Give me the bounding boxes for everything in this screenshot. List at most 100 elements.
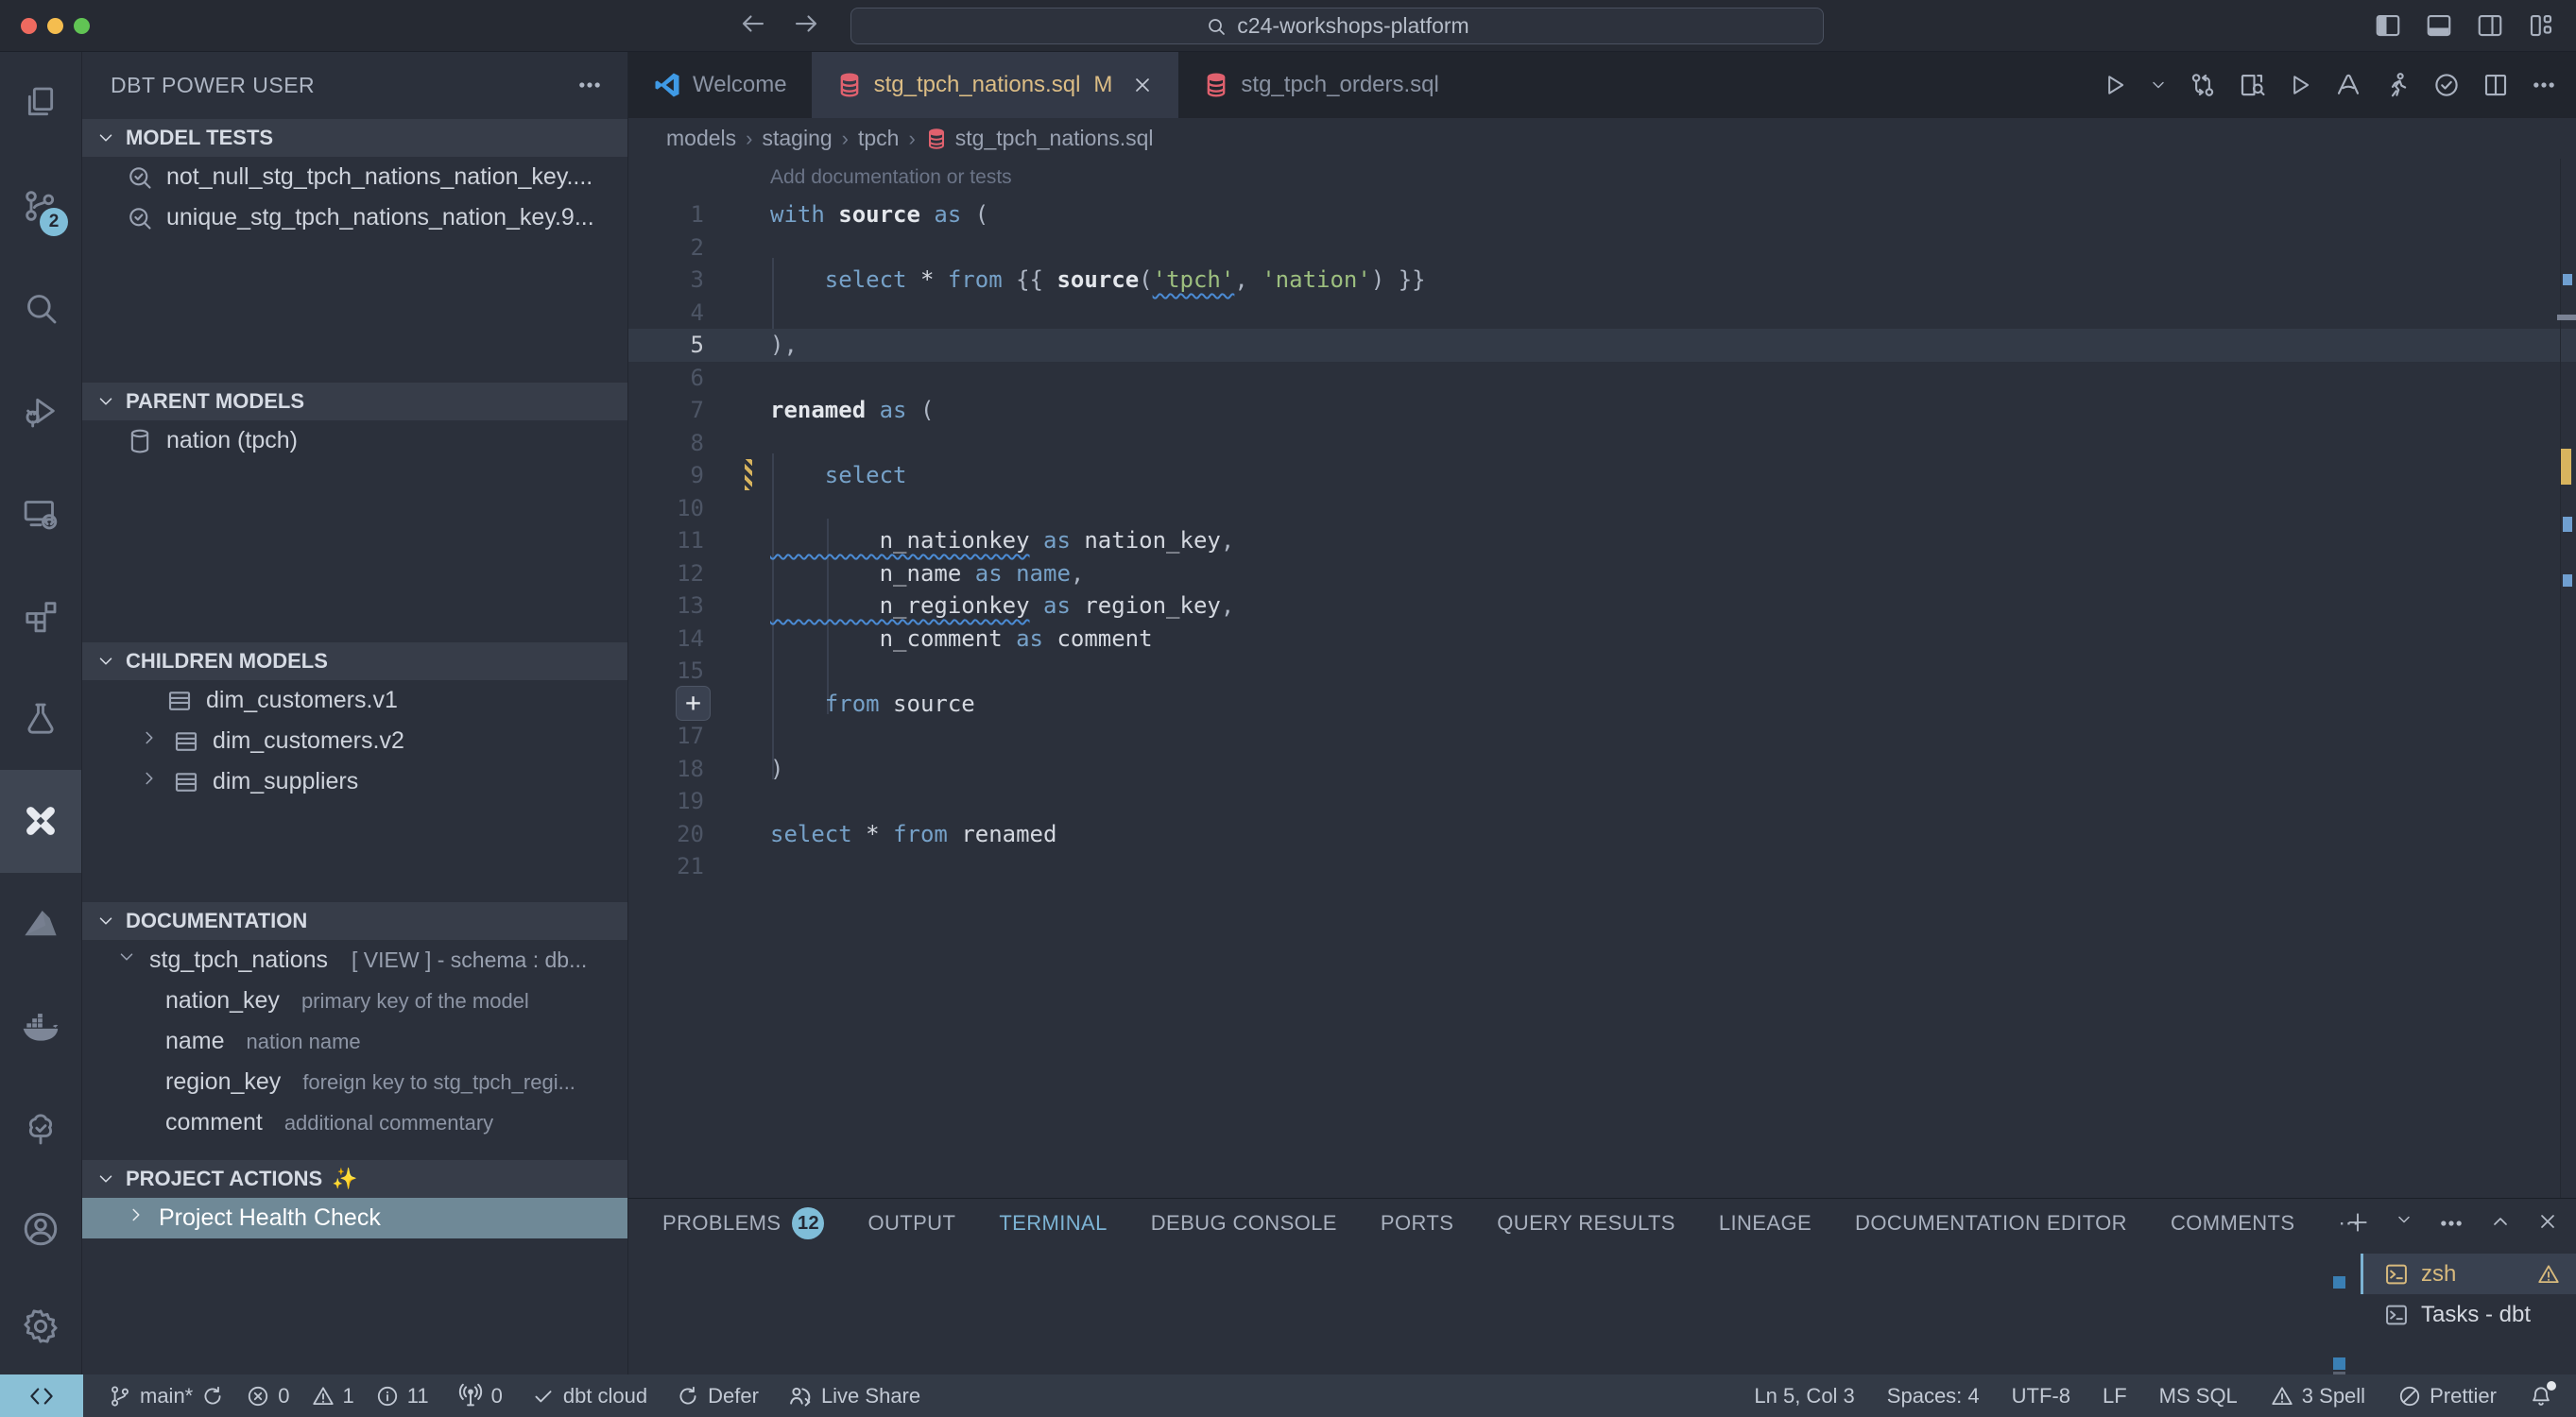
code-line-16[interactable]: 16 from source+ <box>628 688 2576 721</box>
code-line-15[interactable]: 15 <box>628 655 2576 688</box>
breadcrumb-item-models[interactable]: models <box>666 126 736 151</box>
terminal-tab-tasks-dbt[interactable]: Tasks - dbt <box>2361 1294 2576 1335</box>
code-line-18[interactable]: 18) <box>628 753 2576 786</box>
editor-tab-stg-tpch-orders-sql[interactable]: stg_tpch_orders.sql <box>1178 52 1463 118</box>
dropdown-chevron-icon[interactable] <box>2395 1210 2413 1237</box>
close-tab-icon[interactable] <box>1131 74 1154 96</box>
status-item-0[interactable]: 0 <box>457 1383 503 1409</box>
status-item-ms-sql[interactable]: MS SQL <box>2159 1384 2238 1408</box>
status-item-lf[interactable]: LF <box>2103 1384 2127 1408</box>
activity-bar-item-extensions[interactable] <box>0 565 81 668</box>
sidebar-item-region-key[interactable]: region_keyforeign key to stg_tpch_regi..… <box>82 1062 627 1102</box>
toggle-secondary-sidebar-icon[interactable] <box>2476 11 2504 40</box>
panel-tab-comments[interactable]: COMMENTS <box>2171 1211 2295 1236</box>
close-icon[interactable] <box>2536 1210 2559 1237</box>
status-item-prettier[interactable]: Prettier <box>2397 1384 2497 1408</box>
code-line-17[interactable]: 17 <box>628 720 2576 753</box>
code-line-1[interactable]: 1with source as ( <box>628 198 2576 231</box>
breadcrumb-item-tpch[interactable]: tpch <box>858 126 899 151</box>
plus-icon[interactable] <box>2345 1210 2370 1237</box>
play-icon[interactable] <box>2287 72 2313 98</box>
sidebar-item-comment[interactable]: commentadditional commentary <box>82 1102 627 1143</box>
overview-ruler[interactable] <box>2560 159 2576 1198</box>
panel-tab-query-results[interactable]: QUERY RESULTS <box>1497 1211 1675 1236</box>
panel-tab-ports[interactable]: PORTS <box>1381 1211 1453 1236</box>
code-line-5[interactable]: 5), <box>628 329 2576 362</box>
editor-tab-stg-tpch-nations-sql[interactable]: stg_tpch_nations.sqlM <box>812 52 1179 118</box>
panel-tab-problems[interactable]: PROBLEMS12 <box>662 1207 824 1239</box>
status-item-ln-5-col-3[interactable]: Ln 5, Col 3 <box>1754 1384 1854 1408</box>
activity-bar-item-dbt-cloud[interactable] <box>0 873 81 976</box>
ellipsis-icon[interactable] <box>2438 1210 2464 1237</box>
sidebar-item-not-null-stg-tpch-nations-nation-key-[interactable]: not_null_stg_tpch_nations_nation_key.... <box>82 157 627 197</box>
code-line-3[interactable]: 3 select * from {{ source('tpch', 'natio… <box>628 264 2576 297</box>
navigate-back-icon[interactable] <box>739 9 767 38</box>
panel-tab-output[interactable]: OUTPUT <box>867 1211 955 1236</box>
status-item-11[interactable]: 11 <box>375 1384 429 1408</box>
terminal-tab-zsh[interactable]: zsh <box>2361 1254 2576 1294</box>
preview-icon[interactable] <box>2238 71 2266 99</box>
sidebar-item-dim-customers-v1[interactable]: dim_customers.v1 <box>82 680 627 721</box>
sidebar-item-name[interactable]: namenation name <box>82 1021 627 1062</box>
code-editor[interactable]: Add documentation or tests 1with source … <box>628 159 2576 1198</box>
activity-bar-item-run-debug[interactable] <box>0 360 81 463</box>
chevron-up-icon[interactable] <box>2489 1210 2512 1237</box>
toggle-panel-icon[interactable] <box>2425 11 2453 40</box>
status-item-defer[interactable]: Defer <box>676 1384 759 1408</box>
code-line-7[interactable]: 7renamed as ( <box>628 394 2576 427</box>
gutter-plus-button[interactable]: + <box>676 686 711 721</box>
sidebar-item-dim-suppliers[interactable]: dim_suppliers <box>82 761 627 802</box>
section-header-parent-models[interactable]: PARENT MODELS <box>82 383 627 420</box>
code-line-2[interactable]: 2 <box>628 231 2576 265</box>
code-line-6[interactable]: 6 <box>628 362 2576 395</box>
activity-bar-item-search[interactable] <box>0 257 81 360</box>
status-item-dbt-cloud[interactable]: dbt cloud <box>531 1384 647 1408</box>
ellipsis-icon[interactable] <box>2531 72 2557 98</box>
runner-icon[interactable] <box>2383 71 2412 99</box>
status-item-3-spell[interactable]: 3 Spell <box>2270 1384 2365 1408</box>
code-line-14[interactable]: 14 n_comment as comment <box>628 623 2576 656</box>
status-item-utf-8[interactable]: UTF-8 <box>2012 1384 2070 1408</box>
code-line-4[interactable]: 4 <box>628 297 2576 330</box>
breadcrumb-item-stg-tpch-nations-sql[interactable]: stg_tpch_nations.sql <box>925 126 1154 151</box>
status-item-0[interactable]: 0 <box>246 1384 289 1408</box>
activity-bar-item-remote-explorer[interactable] <box>0 462 81 565</box>
code-line-9[interactable]: 9 select <box>628 459 2576 492</box>
panel-tab-lineage[interactable]: LINEAGE <box>1719 1211 1812 1236</box>
activity-bar-item-gear[interactable] <box>0 1277 81 1374</box>
sidebar-item-dim-customers-v2[interactable]: dim_customers.v2 <box>82 721 627 761</box>
section-header-documentation[interactable]: DOCUMENTATION <box>82 902 627 940</box>
panel-tab-documentation-editor[interactable]: DOCUMENTATION EDITOR <box>1855 1211 2127 1236</box>
section-header-model-tests[interactable]: MODEL TESTS <box>82 119 627 157</box>
codelens-add-docs[interactable]: Add documentation or tests <box>770 166 1012 189</box>
activity-bar-item-dbt[interactable] <box>0 770 81 873</box>
dropdown-chevron-icon[interactable] <box>2149 76 2168 94</box>
sidebar-item-nation-key[interactable]: nation_keyprimary key of the model <box>82 981 627 1021</box>
section-header-children-models[interactable]: CHILDREN MODELS <box>82 642 627 680</box>
activity-bar-item-tree-check[interactable] <box>0 1078 81 1181</box>
editor-tab-welcome[interactable]: Welcome <box>628 52 812 118</box>
sidebar-item-nation-tpch-[interactable]: nation (tpch) <box>82 420 627 461</box>
breadcrumb-item-staging[interactable]: staging <box>762 126 832 151</box>
toggle-sidebar-icon[interactable] <box>2374 11 2402 40</box>
code-line-13[interactable]: 13 n_regionkey as region_key, <box>628 589 2576 623</box>
sidebar-more-actions-icon[interactable] <box>576 72 603 98</box>
activity-bar-item-source-control[interactable]: 2 <box>0 155 81 258</box>
close-window-button[interactable] <box>21 18 37 34</box>
dbt-a-icon[interactable] <box>2334 71 2362 99</box>
section-header-project-actions[interactable]: PROJECT ACTIONS ✨ <box>82 1160 627 1198</box>
panel-tab-debug-console[interactable]: DEBUG CONSOLE <box>1151 1211 1337 1236</box>
command-center-search[interactable]: c24-workshops-platform <box>850 8 1824 44</box>
sidebar-item-project-health-check[interactable]: Project Health Check <box>82 1198 627 1238</box>
code-line-12[interactable]: 12 n_name as name, <box>628 557 2576 590</box>
activity-bar-item-docker[interactable] <box>0 975 81 1078</box>
zoom-window-button[interactable] <box>74 18 90 34</box>
check-circle-icon[interactable] <box>2432 71 2461 99</box>
activity-bar-item-beaker[interactable] <box>0 668 81 771</box>
code-line-8[interactable]: 8 <box>628 427 2576 460</box>
status-item-spaces-4[interactable]: Spaces: 4 <box>1887 1384 1980 1408</box>
code-line-21[interactable]: 21 <box>628 850 2576 883</box>
code-line-20[interactable]: 20select * from renamed <box>628 818 2576 851</box>
code-line-10[interactable]: 10 <box>628 492 2576 525</box>
navigate-forward-icon[interactable] <box>792 9 820 38</box>
